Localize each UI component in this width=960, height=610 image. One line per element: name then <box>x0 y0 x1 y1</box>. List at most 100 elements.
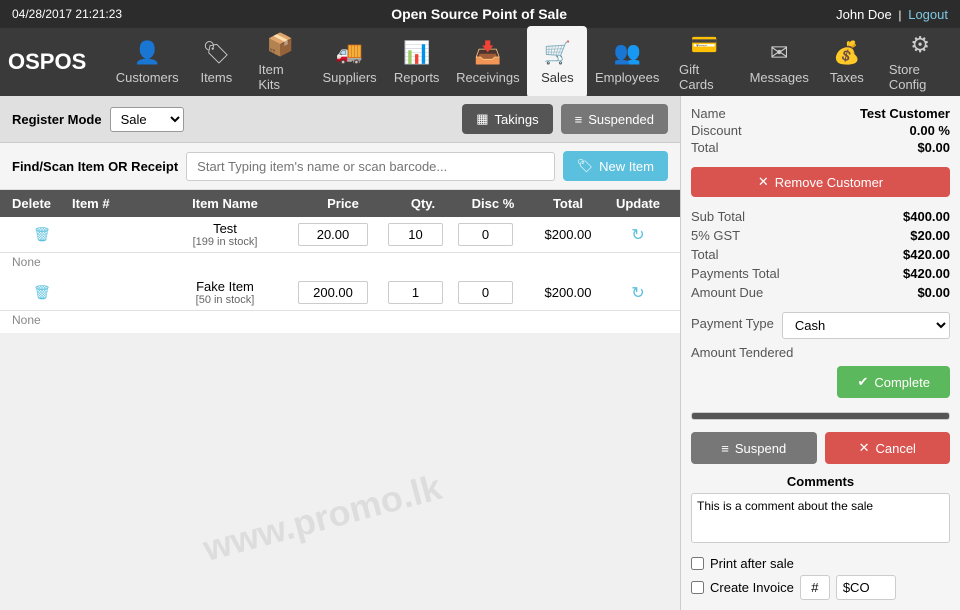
print-label: Print after sale <box>710 556 794 571</box>
logout-link[interactable]: Logout <box>908 7 948 22</box>
nav-item-messages[interactable]: ✉ Messages <box>742 26 817 98</box>
customer-name-label: Name <box>691 106 726 121</box>
nav-item-gift-cards[interactable]: 💳 Gift Cards <box>667 26 742 98</box>
receivings-icon: 📥 <box>474 40 501 66</box>
username: John Doe <box>836 7 892 22</box>
tag-icon: 🏷 <box>577 158 594 174</box>
customer-section: Name Test Customer Discount 0.00 % Total… <box>691 106 950 157</box>
nav-label-employees: Employees <box>595 70 659 85</box>
takings-button[interactable]: ▦ Takings <box>462 104 552 134</box>
register-mode-select[interactable]: Sale Return <box>110 107 184 132</box>
qty-input-1[interactable] <box>388 223 443 246</box>
nav-label-item-kits: Item Kits <box>258 62 302 92</box>
col-delete: Delete <box>12 196 72 211</box>
amount-tendered-label: Amount Tendered <box>691 345 950 360</box>
remove-icon: ✕ <box>758 174 769 190</box>
suppliers-icon: 🚚 <box>336 40 363 66</box>
nav-item-taxes[interactable]: 💰 Taxes <box>817 26 877 98</box>
main-content: Register Mode Sale Return ▦ Takings ≡ Su… <box>0 96 960 610</box>
table-row: 🗑 Fake Item [50 in stock] $200.00 ↻ <box>0 275 680 311</box>
col-qty: Qty. <box>388 196 458 211</box>
nav-item-reports[interactable]: 📊 Reports <box>385 26 448 98</box>
action-buttons: ≡ Suspend ✕ Cancel <box>691 432 950 464</box>
sales-icon: 🛒 <box>544 40 571 66</box>
gst-row: 5% GST $20.00 <box>691 226 950 245</box>
qty-input-2[interactable] <box>388 281 443 304</box>
col-item-num: Item # <box>72 196 152 211</box>
nav-item-sales[interactable]: 🛒 Sales <box>527 26 587 98</box>
col-item-name: Item Name <box>152 196 298 211</box>
nav-item-store-config[interactable]: ⚙ Store Config <box>877 26 960 98</box>
customer-name-row: Name Test Customer <box>691 106 950 121</box>
none-row-2: None <box>0 311 680 333</box>
top-buttons: ▦ Takings ≡ Suspended <box>462 104 668 134</box>
new-item-button[interactable]: 🏷 New Item <box>563 151 668 181</box>
gst-label: 5% GST <box>691 228 740 243</box>
comments-textarea[interactable]: This is a comment about the sale <box>691 493 950 543</box>
nav-logo: OSPOS <box>8 49 88 75</box>
app-title: Open Source Point of Sale <box>391 6 567 22</box>
disc-input-1[interactable] <box>458 223 513 246</box>
store-config-icon: ⚙ <box>910 32 930 58</box>
left-panel: Register Mode Sale Return ▦ Takings ≡ Su… <box>0 96 680 610</box>
subtotal-value: $400.00 <box>903 209 950 224</box>
col-price: Price <box>298 196 388 211</box>
total-1: $200.00 <box>528 227 608 242</box>
price-input-1[interactable] <box>298 223 368 246</box>
total-value: $420.00 <box>903 247 950 262</box>
total-row: Total $420.00 <box>691 245 950 264</box>
amount-due-label: Amount Due <box>691 285 763 300</box>
table-row: 🗑 Test [199 in stock] $200.00 ↻ <box>0 217 680 253</box>
nav-item-item-kits[interactable]: 📦 Item Kits <box>246 26 314 98</box>
item-name-2: Fake Item [50 in stock] <box>152 279 298 306</box>
none-row-1: None <box>0 253 680 275</box>
item-name-1: Test [199 in stock] <box>152 221 298 248</box>
amount-due-row: Amount Due $0.00 <box>691 283 950 302</box>
user-info: John Doe | Logout <box>836 7 948 22</box>
suspended-button[interactable]: ≡ Suspended <box>561 104 668 134</box>
nav-item-receivings[interactable]: 📥 Receivings <box>448 26 527 98</box>
watermark: www.promo.lk <box>199 466 446 570</box>
nav-item-items[interactable]: 🏷 Items <box>186 26 246 98</box>
customer-discount-value: 0.00 % <box>910 123 950 138</box>
create-invoice-checkbox[interactable] <box>691 581 704 594</box>
payments-header: Delete Type Amount <box>692 413 949 420</box>
search-bar: Find/Scan Item OR Receipt 🏷 New Item <box>0 143 680 190</box>
customer-name-value: Test Customer <box>860 106 950 121</box>
print-after-sale-checkbox[interactable] <box>691 557 704 570</box>
remove-customer-button[interactable]: ✕ Remove Customer <box>691 167 950 197</box>
ph-type: Type <box>750 418 861 420</box>
update-item-1-button[interactable]: ↻ <box>608 225 668 245</box>
nav-label-messages: Messages <box>750 70 809 85</box>
cancel-button[interactable]: ✕ Cancel <box>825 432 951 464</box>
total-2: $200.00 <box>528 285 608 300</box>
complete-button[interactable]: ✔ Complete <box>837 366 950 398</box>
payment-type-label: Payment Type <box>691 316 774 331</box>
payments-total-label: Payments Total <box>691 266 780 281</box>
employees-icon: 👥 <box>613 40 640 66</box>
payment-type-select[interactable]: Cash Credit Card Debit Card Check <box>782 312 950 339</box>
invoice-hash-input[interactable] <box>800 575 830 600</box>
disc-input-2[interactable] <box>458 281 513 304</box>
register-mode-label: Register Mode <box>12 112 102 127</box>
comments-section: Comments This is a comment about the sal… <box>691 474 950 546</box>
update-item-2-button[interactable]: ↻ <box>608 283 668 303</box>
search-input[interactable] <box>186 152 554 181</box>
nav-item-employees[interactable]: 👥 Employees <box>587 26 667 98</box>
items-icon: 🏷 <box>202 40 230 66</box>
items-table: 🗑 Test [199 in stock] $200.00 ↻ None 🗑 <box>0 217 680 610</box>
totals-section: Sub Total $400.00 5% GST $20.00 Total $4… <box>691 207 950 302</box>
nav-item-customers[interactable]: 👤 Customers <box>108 26 186 98</box>
customer-total-value: $0.00 <box>917 140 950 155</box>
suspend-button[interactable]: ≡ Suspend <box>691 432 817 464</box>
price-input-2[interactable] <box>298 281 368 304</box>
invoice-value-input[interactable] <box>836 575 896 600</box>
comments-label: Comments <box>691 474 950 489</box>
subtotal-label: Sub Total <box>691 209 745 224</box>
delete-item-1-button[interactable]: 🗑 <box>12 226 72 243</box>
subtotal-row: Sub Total $400.00 <box>691 207 950 226</box>
col-total: Total <box>528 196 608 211</box>
delete-item-2-button[interactable]: 🗑 <box>12 284 72 301</box>
nav-label-receivings: Receivings <box>456 70 520 85</box>
nav-item-suppliers[interactable]: 🚚 Suppliers <box>314 26 385 98</box>
